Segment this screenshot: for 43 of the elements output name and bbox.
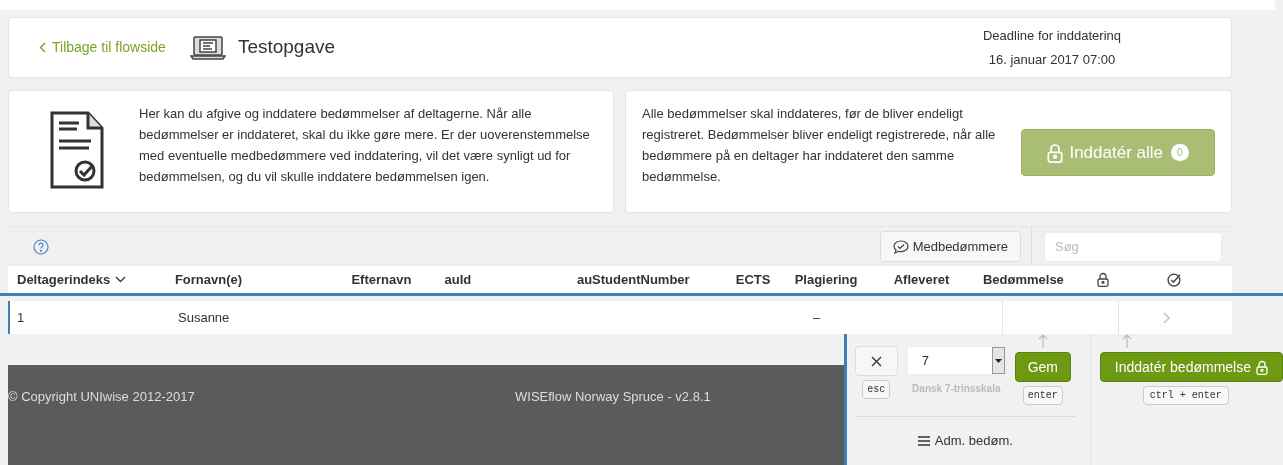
key-hint: enter — [1022, 386, 1063, 405]
check-circle-icon — [1167, 272, 1183, 287]
laptop-icon — [189, 35, 226, 60]
deadline-label: Deadline for inddaterinq — [982, 27, 1121, 45]
info-text: Her kan du afgive og inddatere bedømmelser af deltagerne. Når alle bedømmelser er inddateret, skal du ikke gøre mere. Er der uoverenstemmelse med eventuelle medbedømmere ved inddatering, vil det være synligt ud for bedømmelsen, og du vil skulle inddatere bedømmelsen igen. — [139, 105, 591, 186]
column-header[interactable]: auStudentNumber — [576, 269, 690, 290]
help-icon[interactable] — [33, 238, 49, 255]
count-badge: 0 — [1171, 144, 1189, 161]
column-header[interactable]: Afleveret — [893, 269, 950, 290]
up-arrow-icon — [1121, 334, 1132, 348]
table-cell-text: Susanne — [178, 308, 231, 327]
column-header[interactable]: ECTS — [735, 269, 771, 290]
lock-icon — [1047, 142, 1064, 163]
cancel-button[interactable] — [854, 346, 898, 376]
chevron-right-icon[interactable] — [1163, 311, 1170, 324]
info-text: Alle bedømmelser skal inddateres, før de bliver endeligt registreret. Bedømmelser bliver endeligt registrerede, når alle bedømmere på en deltager har inddateret den samme bedømmelse. — [642, 105, 997, 186]
key-hint: ctrl + enter — [1142, 386, 1229, 405]
column-header[interactable]: Plagiering — [794, 269, 858, 290]
column-header[interactable]: Fornavn(e) — [174, 269, 243, 290]
menu-icon — [917, 435, 930, 446]
dropdown-caret-icon — [994, 358, 1002, 363]
close-icon — [870, 355, 882, 367]
column-header[interactable]: auId — [444, 269, 472, 290]
sort-caret-icon — [115, 276, 127, 283]
grade-select[interactable]: 7 — [906, 346, 1006, 375]
key-hint: esc — [862, 380, 891, 399]
lock-icon — [1256, 359, 1268, 375]
up-arrow-icon — [1037, 334, 1048, 348]
column-header[interactable]: Efternavn — [351, 269, 412, 290]
manage-grades-link[interactable]: Adm. bedøm. — [917, 431, 1013, 451]
speech-bubble-check-icon — [892, 239, 909, 254]
copyright-text: © Copyright UNIwise 2012-2017 — [8, 388, 196, 406]
chevron-left-icon — [39, 42, 46, 53]
search-field[interactable]: Søg — [1044, 231, 1222, 262]
deadline-date: 16. januar 2017 07:00 — [988, 50, 1116, 69]
column-header[interactable]: Bedømmelse — [982, 269, 1064, 290]
column-header[interactable]: Deltagerindeks — [17, 269, 127, 290]
table-cell-text: – — [812, 308, 822, 327]
page-title: Testopgave — [237, 35, 336, 60]
lock-icon — [1096, 272, 1109, 287]
co-assessors-button[interactable]: Medbedømmere — [879, 231, 1021, 262]
version-text: WISEflow Norway Spruce - v2.8.1 — [515, 388, 711, 406]
table-cell-text: 1 — [17, 308, 26, 327]
